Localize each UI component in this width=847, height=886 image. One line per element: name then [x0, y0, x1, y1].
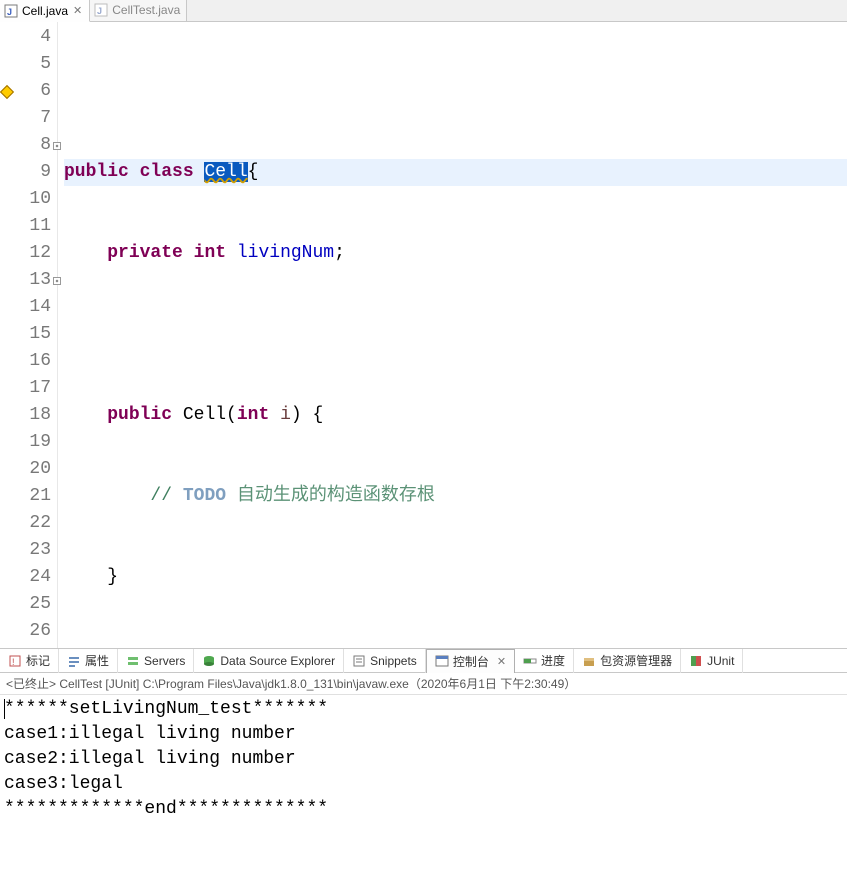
marker-strip: [0, 22, 14, 648]
view-tab-properties[interactable]: 属性: [59, 649, 118, 673]
view-tab-servers[interactable]: Servers: [118, 649, 194, 673]
view-label: Data Source Explorer: [220, 654, 335, 668]
view-tab-markers[interactable]: ! 标记: [0, 649, 59, 673]
line-number-gutter: 4 5 6 7 8 9 10 11 12 13 14 15 16 17 18 1…: [14, 22, 58, 648]
code-line: [64, 78, 847, 105]
svg-text:!: !: [12, 657, 15, 667]
view-label: JUnit: [707, 654, 734, 668]
view-tab-console[interactable]: 控制台 ✕: [426, 649, 515, 673]
close-icon[interactable]: ✕: [72, 4, 83, 17]
view-label: 属性: [85, 652, 109, 669]
snippets-icon: [352, 654, 366, 668]
progress-icon: [523, 654, 537, 668]
editor-tabbar: J Cell.java ✕ J CellTest.java: [0, 0, 847, 22]
java-file-icon: J: [4, 4, 18, 18]
markers-icon: !: [8, 654, 22, 668]
code-editor[interactable]: 4 5 6 7 8 9 10 11 12 13 14 15 16 17 18 1…: [0, 22, 847, 649]
database-icon: [202, 654, 216, 668]
console-icon: [435, 654, 449, 668]
console-line: case3:legal: [4, 774, 123, 794]
package-icon: [582, 654, 596, 668]
code-line: }: [64, 564, 847, 591]
console-line: case2:illegal living number: [4, 749, 296, 769]
console-line: *************end**************: [4, 799, 328, 819]
view-tab-progress[interactable]: 进度: [515, 649, 574, 673]
close-icon[interactable]: ✕: [497, 655, 506, 668]
view-label: 控制台: [453, 653, 489, 670]
tab-cell-java[interactable]: J Cell.java ✕: [0, 0, 90, 22]
code-line: // TODO 自动生成的构造函数存根: [64, 483, 847, 510]
svg-text:J: J: [97, 6, 102, 16]
view-tab-package-explorer[interactable]: 包资源管理器: [574, 649, 681, 673]
view-label: 进度: [541, 652, 565, 669]
views-tabbar: ! 标记 属性 Servers Data Source Explorer Sni…: [0, 649, 847, 673]
console-output[interactable]: ******setLivingNum_test******* case1:ill…: [0, 695, 847, 824]
view-label: Snippets: [370, 654, 417, 668]
view-label: 标记: [26, 652, 50, 669]
code-line: private int livingNum;: [64, 240, 847, 267]
console-launch-info: <已终止> CellTest [JUnit] C:\Program Files\…: [0, 673, 847, 695]
code-area[interactable]: public class Cell{ private int livingNum…: [58, 22, 847, 648]
warning-marker[interactable]: [0, 78, 14, 105]
console-line: case1:illegal living number: [4, 724, 296, 744]
servers-icon: [126, 654, 140, 668]
view-label: 包资源管理器: [600, 652, 672, 669]
console-line: ******setLivingNum_test*******: [4, 699, 328, 719]
view-tab-junit[interactable]: JUnit: [681, 649, 743, 673]
view-label: Servers: [144, 654, 185, 668]
junit-icon: [689, 654, 703, 668]
properties-icon: [67, 654, 81, 668]
code-line: [64, 321, 847, 348]
view-tab-datasource[interactable]: Data Source Explorer: [194, 649, 344, 673]
java-file-icon: J: [94, 3, 108, 17]
code-line: [64, 645, 847, 648]
code-line: public class Cell{: [64, 159, 847, 186]
svg-text:J: J: [7, 7, 12, 17]
view-tab-snippets[interactable]: Snippets: [344, 649, 426, 673]
tab-label: Cell.java: [22, 4, 68, 18]
code-line: public Cell(int i) {: [64, 402, 847, 429]
tab-label: CellTest.java: [112, 3, 180, 17]
tab-celltest-java[interactable]: J CellTest.java: [90, 0, 187, 21]
